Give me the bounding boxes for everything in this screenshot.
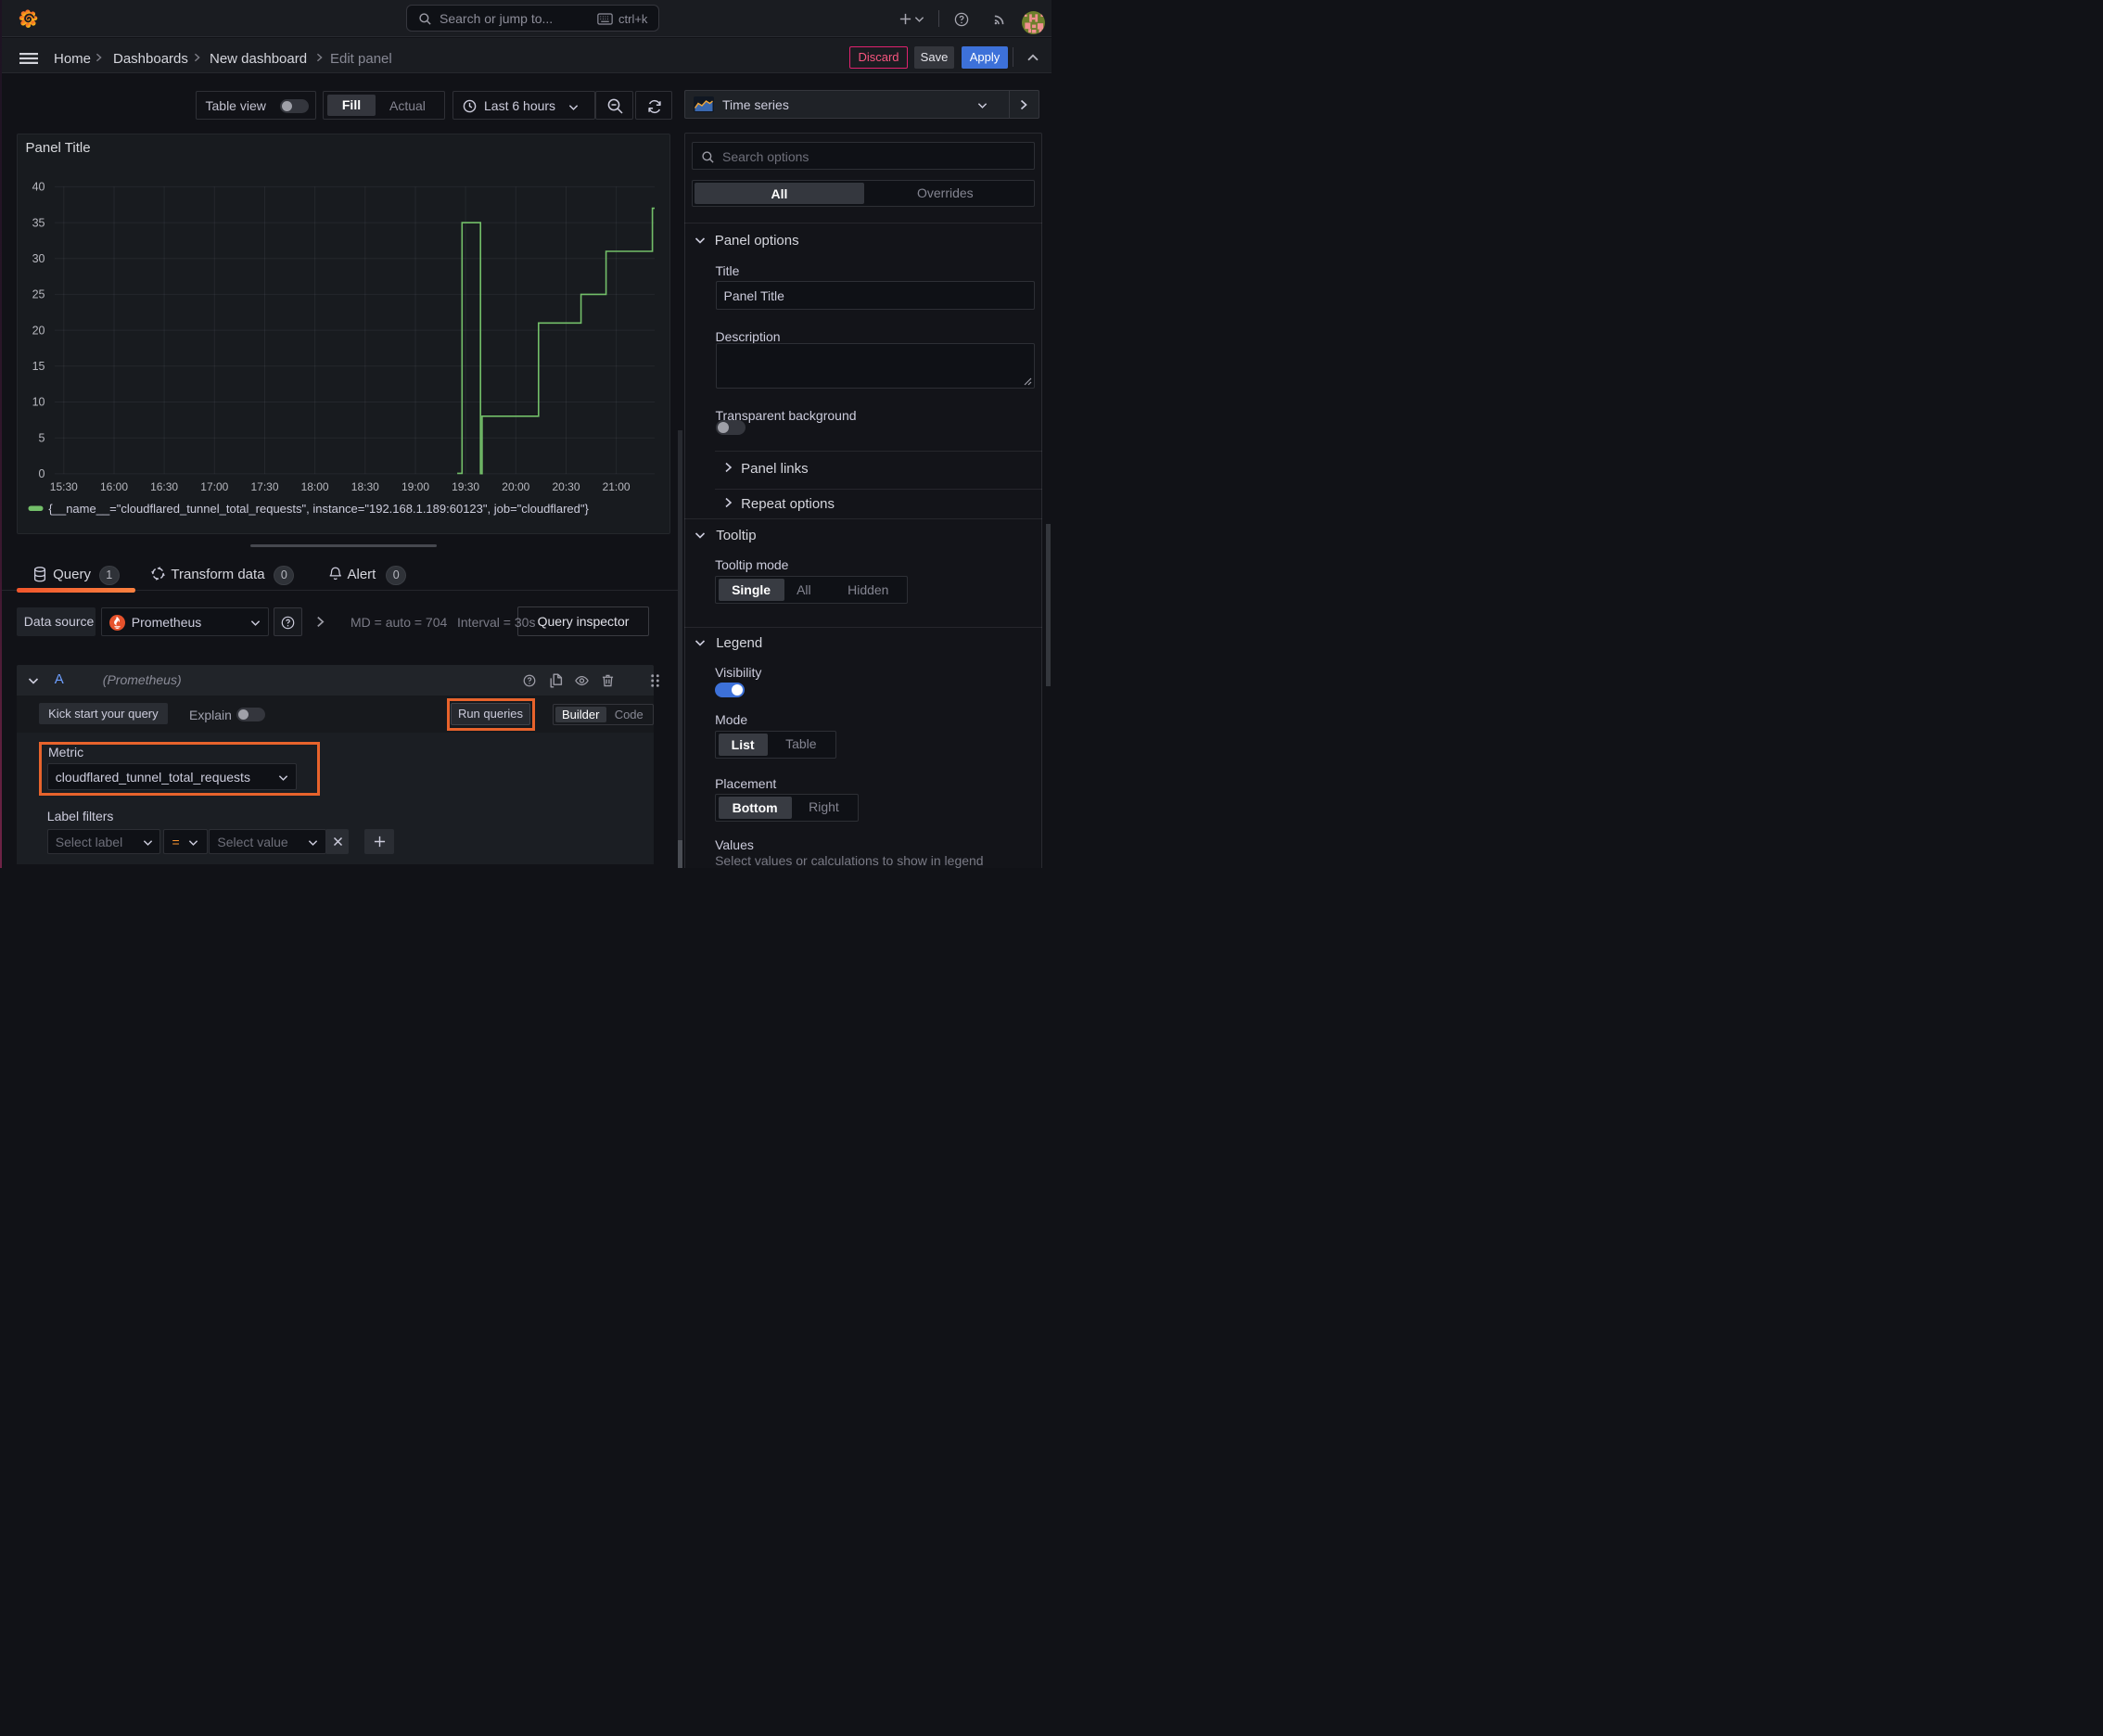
svg-text:25: 25	[32, 287, 45, 300]
svg-text:20:00: 20:00	[502, 480, 529, 493]
svg-text:17:30: 17:30	[250, 480, 278, 493]
svg-text:10: 10	[32, 395, 45, 408]
svg-text:15: 15	[32, 360, 45, 373]
svg-text:21:00: 21:00	[603, 480, 631, 493]
svg-text:18:00: 18:00	[301, 480, 329, 493]
svg-text:17:00: 17:00	[200, 480, 228, 493]
svg-text:30: 30	[32, 252, 45, 265]
svg-text:19:00: 19:00	[401, 480, 429, 493]
svg-text:20: 20	[32, 324, 45, 337]
svg-text:18:30: 18:30	[351, 480, 379, 493]
svg-text:19:30: 19:30	[452, 480, 479, 493]
svg-text:16:00: 16:00	[100, 480, 128, 493]
svg-text:0: 0	[39, 467, 45, 480]
svg-text:40: 40	[32, 180, 45, 193]
svg-text:35: 35	[32, 216, 45, 229]
svg-text:15:30: 15:30	[50, 480, 78, 493]
svg-text:5: 5	[39, 431, 45, 444]
svg-text:16:30: 16:30	[150, 480, 178, 493]
svg-text:{__name__="cloudflared_tunnel_: {__name__="cloudflared_tunnel_total_requ…	[48, 501, 589, 515]
svg-text:20:30: 20:30	[552, 480, 580, 493]
